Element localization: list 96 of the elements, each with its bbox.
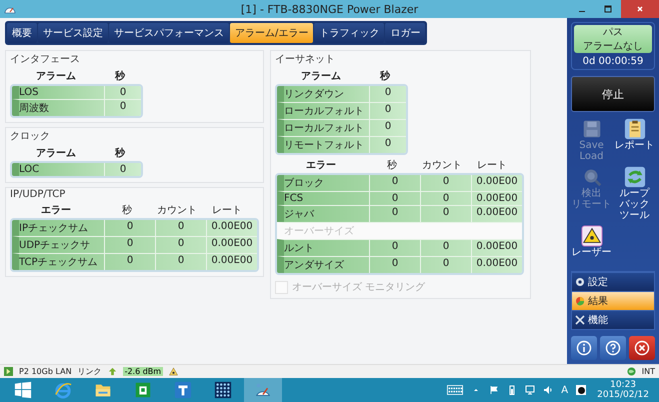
alarm-status: アラームなし xyxy=(583,40,643,53)
network-icon[interactable] xyxy=(525,385,536,395)
clock-source: INT xyxy=(642,367,655,376)
up-arrow-icon xyxy=(108,367,117,376)
table-cell: 0 xyxy=(369,137,406,153)
table-cell-text: LOC xyxy=(19,163,40,176)
tab[interactable]: サービスパフォーマンス xyxy=(109,23,229,43)
flag-icon[interactable] xyxy=(489,385,500,395)
dot-grid-icon xyxy=(214,381,232,399)
help-button[interactable] xyxy=(600,336,626,360)
info-icon xyxy=(576,340,592,356)
close-icon xyxy=(635,4,645,14)
t-tile-icon xyxy=(174,381,192,399)
group-title: IP/UDP/TCP xyxy=(10,189,66,200)
pie-chart-icon xyxy=(575,296,585,306)
table-cell: 0 xyxy=(104,100,141,116)
clock-time: 10:23 xyxy=(610,380,636,390)
tab[interactable]: アラーム/エラー xyxy=(230,23,314,43)
clock-date: 2015/02/12 xyxy=(597,390,649,400)
nav-item[interactable]: 結果 xyxy=(572,291,654,310)
gear-icon xyxy=(575,277,585,287)
table-cell-text: TCPチェックサム xyxy=(19,256,99,270)
port-label: P2 10Gb LAN xyxy=(19,367,72,376)
nav-item[interactable]: 設定 xyxy=(572,272,654,291)
clock[interactable]: 10:23 2015/02/12 xyxy=(591,380,659,400)
restore-icon xyxy=(603,4,613,14)
table-cell-text: ジャバ xyxy=(284,208,316,222)
table-cell-text: ローカルフォルト xyxy=(284,105,365,119)
column-header: アラーム xyxy=(300,70,342,84)
column-header: エラー xyxy=(305,159,337,173)
tab[interactable]: ロガー xyxy=(385,23,426,43)
tool-button[interactable]: レーザー xyxy=(571,225,612,258)
table-cell-text: ブロック xyxy=(284,176,325,191)
table-cell-text: リモートフォルト xyxy=(284,139,365,153)
info-button[interactable] xyxy=(571,336,597,360)
status-title: パス xyxy=(603,26,623,39)
table-cell-text: アンダサイズ xyxy=(284,259,345,273)
checkbox-label: オーバーサイズ モニタリング xyxy=(292,281,426,294)
tool-button[interactable]: ループ バック ツール xyxy=(614,166,655,221)
column-header: レート xyxy=(476,159,508,173)
help-icon xyxy=(605,340,621,356)
column-header: 秒 xyxy=(114,70,126,84)
table-cell-text: ローカルフォルト xyxy=(284,122,365,136)
keyboard-icon[interactable] xyxy=(447,385,464,395)
clipboard-icon xyxy=(624,118,646,140)
elapsed-time: 0d 00:00:59 xyxy=(582,56,644,67)
table-cell-text: 周波数 xyxy=(19,102,50,116)
tab[interactable]: サービス設定 xyxy=(38,23,108,43)
table-cell-text: UDPチェックサ xyxy=(19,239,92,253)
column-header: アラーム xyxy=(35,70,77,84)
table-cell: 0 xyxy=(369,257,420,273)
table-cell-text: オーバーサイズ xyxy=(284,225,355,239)
table-cell: 0.00E00 xyxy=(471,257,522,273)
column-header: カウント xyxy=(421,159,463,173)
window-title: [1] - FTB-8830NGE Power Blazer xyxy=(240,2,420,16)
nav-item[interactable]: 機能 xyxy=(572,310,654,329)
tool-button[interactable]: レポート xyxy=(614,118,655,162)
power-reading: -2.6 dBm xyxy=(122,367,164,376)
table-cell: 0 xyxy=(420,257,471,273)
column-header: 秒 xyxy=(121,204,133,218)
tab[interactable]: 概要 xyxy=(7,23,37,43)
column-header: 秒 xyxy=(378,70,392,84)
column-header: エラー xyxy=(40,204,72,218)
gauge-app-icon xyxy=(254,381,272,399)
input-mode-indicator[interactable]: A xyxy=(561,384,568,396)
stop-button[interactable]: 停止 xyxy=(571,76,655,112)
loop-arrows-icon xyxy=(624,166,646,188)
exit-button[interactable] xyxy=(629,336,655,360)
speaker-icon[interactable] xyxy=(543,385,554,395)
table-cell: 0 xyxy=(104,254,155,270)
table-cell: 0.00E00 xyxy=(206,254,257,270)
tab[interactable]: トラフィック xyxy=(314,23,384,43)
table-cell-text: IPチェックサム xyxy=(19,222,89,236)
table-cell: 0 xyxy=(104,163,141,176)
column-header: カウント xyxy=(156,204,198,218)
column-header: 秒 xyxy=(386,158,398,173)
close-circle-icon xyxy=(634,340,650,356)
column-header: レート xyxy=(211,204,243,218)
app-tray-icon[interactable] xyxy=(576,385,586,395)
table-cell-text: LOS xyxy=(19,86,40,99)
table-cell-text: ルント xyxy=(284,242,315,256)
group-title: クロック xyxy=(10,130,50,143)
battery-icon[interactable] xyxy=(507,385,518,395)
group-title: インタフェース xyxy=(10,53,80,66)
browser-e-icon xyxy=(54,381,72,399)
link-label: リンク xyxy=(78,366,102,377)
table-cell-text: リンクダウン xyxy=(284,88,345,102)
column-header: 秒 xyxy=(114,146,126,161)
column-header: アラーム xyxy=(35,147,77,161)
table-cell: 0 xyxy=(155,254,206,270)
laser-warning-icon xyxy=(580,225,602,247)
minimize-icon xyxy=(579,10,585,12)
group-title: イーサネット xyxy=(275,53,335,66)
warning-icon xyxy=(169,367,178,376)
windows-logo-icon xyxy=(14,381,32,399)
table-cell-text: FCS xyxy=(284,192,304,205)
